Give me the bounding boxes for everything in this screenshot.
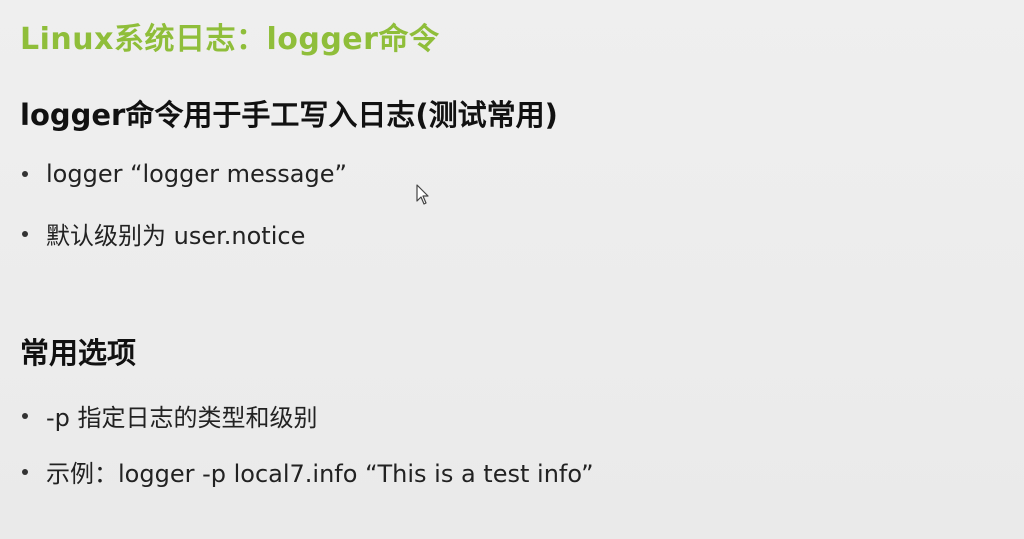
bullet-dot-icon [22, 171, 28, 177]
bullet-text: -p 指定日志的类型和级别 [46, 404, 318, 432]
list-item: 示例：logger -p local7.info “This is a test… [22, 454, 594, 489]
bullet-text: 默认级别为 user.notice [46, 222, 306, 250]
bullet-dot-icon [22, 468, 28, 475]
bullet-text: 示例：logger -p local7.info “This is a test… [46, 460, 594, 488]
bullet-text: logger “logger message” [46, 160, 347, 188]
slide: Linux系统日志：logger命令 logger命令用于手工写入日志(测试常用… [0, 0, 1024, 539]
list-item: 默认级别为 user.notice [22, 216, 305, 251]
slide-title: Linux系统日志：logger命令 [20, 22, 440, 57]
bullet-dot-icon [22, 412, 28, 419]
bullet-dot-icon [22, 230, 28, 237]
mouse-pointer-icon [416, 184, 429, 205]
list-item: -p 指定日志的类型和级别 [22, 398, 318, 433]
list-item: logger “logger message” [22, 160, 347, 188]
section-heading-logger: logger命令用于手工写入日志(测试常用) [20, 98, 558, 132]
section-heading-options: 常用选项 [20, 336, 137, 370]
